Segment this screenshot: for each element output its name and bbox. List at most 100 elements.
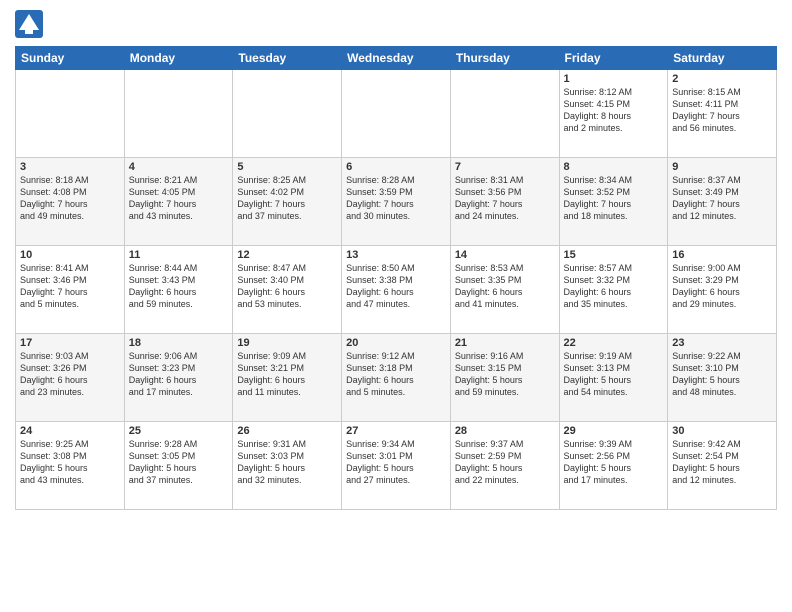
day-number: 2 [672,73,772,85]
logo-icon [15,10,43,38]
day-info: Sunrise: 8:15 AM Sunset: 4:11 PM Dayligh… [672,86,772,135]
calendar-day-cell: 12Sunrise: 8:47 AM Sunset: 3:40 PM Dayli… [233,246,342,334]
day-number: 16 [672,249,772,261]
day-number: 29 [564,425,664,437]
calendar-day-cell: 26Sunrise: 9:31 AM Sunset: 3:03 PM Dayli… [233,422,342,510]
day-info: Sunrise: 9:42 AM Sunset: 2:54 PM Dayligh… [672,438,772,487]
weekday-header-monday: Monday [124,47,233,70]
calendar-day-cell: 9Sunrise: 8:37 AM Sunset: 3:49 PM Daylig… [668,158,777,246]
day-info: Sunrise: 8:37 AM Sunset: 3:49 PM Dayligh… [672,174,772,223]
calendar-day-cell: 25Sunrise: 9:28 AM Sunset: 3:05 PM Dayli… [124,422,233,510]
page-header [15,10,777,38]
day-number: 28 [455,425,555,437]
day-number: 11 [129,249,229,261]
day-number: 14 [455,249,555,261]
day-number: 26 [237,425,337,437]
day-number: 8 [564,161,664,173]
calendar-day-cell [124,70,233,158]
day-number: 4 [129,161,229,173]
day-number: 13 [346,249,446,261]
day-number: 3 [20,161,120,173]
calendar-day-cell: 18Sunrise: 9:06 AM Sunset: 3:23 PM Dayli… [124,334,233,422]
day-info: Sunrise: 8:28 AM Sunset: 3:59 PM Dayligh… [346,174,446,223]
calendar-day-cell: 29Sunrise: 9:39 AM Sunset: 2:56 PM Dayli… [559,422,668,510]
day-info: Sunrise: 8:50 AM Sunset: 3:38 PM Dayligh… [346,262,446,311]
calendar-day-cell: 27Sunrise: 9:34 AM Sunset: 3:01 PM Dayli… [342,422,451,510]
logo [15,10,47,38]
weekday-header-friday: Friday [559,47,668,70]
calendar-day-cell: 5Sunrise: 8:25 AM Sunset: 4:02 PM Daylig… [233,158,342,246]
weekday-header-wednesday: Wednesday [342,47,451,70]
calendar-day-cell [16,70,125,158]
day-info: Sunrise: 8:18 AM Sunset: 4:08 PM Dayligh… [20,174,120,223]
day-info: Sunrise: 8:34 AM Sunset: 3:52 PM Dayligh… [564,174,664,223]
day-number: 22 [564,337,664,349]
calendar-table: SundayMondayTuesdayWednesdayThursdayFrid… [15,46,777,510]
calendar-day-cell: 13Sunrise: 8:50 AM Sunset: 3:38 PM Dayli… [342,246,451,334]
calendar-day-cell: 21Sunrise: 9:16 AM Sunset: 3:15 PM Dayli… [450,334,559,422]
day-number: 7 [455,161,555,173]
day-number: 27 [346,425,446,437]
calendar-day-cell: 11Sunrise: 8:44 AM Sunset: 3:43 PM Dayli… [124,246,233,334]
calendar-day-cell: 24Sunrise: 9:25 AM Sunset: 3:08 PM Dayli… [16,422,125,510]
day-info: Sunrise: 9:03 AM Sunset: 3:26 PM Dayligh… [20,350,120,399]
weekday-header-thursday: Thursday [450,47,559,70]
day-info: Sunrise: 8:12 AM Sunset: 4:15 PM Dayligh… [564,86,664,135]
calendar-day-cell: 17Sunrise: 9:03 AM Sunset: 3:26 PM Dayli… [16,334,125,422]
calendar-week-row: 3Sunrise: 8:18 AM Sunset: 4:08 PM Daylig… [16,158,777,246]
calendar-day-cell: 1Sunrise: 8:12 AM Sunset: 4:15 PM Daylig… [559,70,668,158]
calendar-day-cell: 10Sunrise: 8:41 AM Sunset: 3:46 PM Dayli… [16,246,125,334]
calendar-day-cell: 2Sunrise: 8:15 AM Sunset: 4:11 PM Daylig… [668,70,777,158]
day-info: Sunrise: 9:28 AM Sunset: 3:05 PM Dayligh… [129,438,229,487]
calendar-header-row: SundayMondayTuesdayWednesdayThursdayFrid… [16,47,777,70]
day-info: Sunrise: 9:37 AM Sunset: 2:59 PM Dayligh… [455,438,555,487]
calendar-day-cell: 28Sunrise: 9:37 AM Sunset: 2:59 PM Dayli… [450,422,559,510]
day-number: 10 [20,249,120,261]
calendar-day-cell: 30Sunrise: 9:42 AM Sunset: 2:54 PM Dayli… [668,422,777,510]
calendar-day-cell: 23Sunrise: 9:22 AM Sunset: 3:10 PM Dayli… [668,334,777,422]
day-number: 24 [20,425,120,437]
day-info: Sunrise: 9:06 AM Sunset: 3:23 PM Dayligh… [129,350,229,399]
day-number: 1 [564,73,664,85]
day-number: 9 [672,161,772,173]
calendar-week-row: 1Sunrise: 8:12 AM Sunset: 4:15 PM Daylig… [16,70,777,158]
day-info: Sunrise: 8:44 AM Sunset: 3:43 PM Dayligh… [129,262,229,311]
day-number: 30 [672,425,772,437]
calendar-day-cell [342,70,451,158]
day-info: Sunrise: 8:21 AM Sunset: 4:05 PM Dayligh… [129,174,229,223]
calendar-day-cell: 22Sunrise: 9:19 AM Sunset: 3:13 PM Dayli… [559,334,668,422]
day-info: Sunrise: 9:22 AM Sunset: 3:10 PM Dayligh… [672,350,772,399]
day-info: Sunrise: 9:00 AM Sunset: 3:29 PM Dayligh… [672,262,772,311]
day-number: 12 [237,249,337,261]
day-info: Sunrise: 8:47 AM Sunset: 3:40 PM Dayligh… [237,262,337,311]
day-number: 15 [564,249,664,261]
calendar-day-cell: 6Sunrise: 8:28 AM Sunset: 3:59 PM Daylig… [342,158,451,246]
day-info: Sunrise: 9:12 AM Sunset: 3:18 PM Dayligh… [346,350,446,399]
calendar-day-cell: 8Sunrise: 8:34 AM Sunset: 3:52 PM Daylig… [559,158,668,246]
calendar-day-cell: 4Sunrise: 8:21 AM Sunset: 4:05 PM Daylig… [124,158,233,246]
weekday-header-saturday: Saturday [668,47,777,70]
day-info: Sunrise: 8:53 AM Sunset: 3:35 PM Dayligh… [455,262,555,311]
day-number: 5 [237,161,337,173]
day-info: Sunrise: 8:57 AM Sunset: 3:32 PM Dayligh… [564,262,664,311]
calendar-week-row: 24Sunrise: 9:25 AM Sunset: 3:08 PM Dayli… [16,422,777,510]
day-number: 19 [237,337,337,349]
day-info: Sunrise: 8:31 AM Sunset: 3:56 PM Dayligh… [455,174,555,223]
day-info: Sunrise: 9:25 AM Sunset: 3:08 PM Dayligh… [20,438,120,487]
day-info: Sunrise: 9:19 AM Sunset: 3:13 PM Dayligh… [564,350,664,399]
day-info: Sunrise: 9:16 AM Sunset: 3:15 PM Dayligh… [455,350,555,399]
day-info: Sunrise: 9:09 AM Sunset: 3:21 PM Dayligh… [237,350,337,399]
day-info: Sunrise: 9:34 AM Sunset: 3:01 PM Dayligh… [346,438,446,487]
calendar-day-cell: 3Sunrise: 8:18 AM Sunset: 4:08 PM Daylig… [16,158,125,246]
calendar-day-cell: 16Sunrise: 9:00 AM Sunset: 3:29 PM Dayli… [668,246,777,334]
day-number: 21 [455,337,555,349]
day-number: 25 [129,425,229,437]
day-number: 23 [672,337,772,349]
day-number: 20 [346,337,446,349]
calendar-day-cell [450,70,559,158]
day-info: Sunrise: 8:41 AM Sunset: 3:46 PM Dayligh… [20,262,120,311]
calendar-day-cell: 15Sunrise: 8:57 AM Sunset: 3:32 PM Dayli… [559,246,668,334]
day-number: 18 [129,337,229,349]
weekday-header-tuesday: Tuesday [233,47,342,70]
calendar-day-cell: 20Sunrise: 9:12 AM Sunset: 3:18 PM Dayli… [342,334,451,422]
